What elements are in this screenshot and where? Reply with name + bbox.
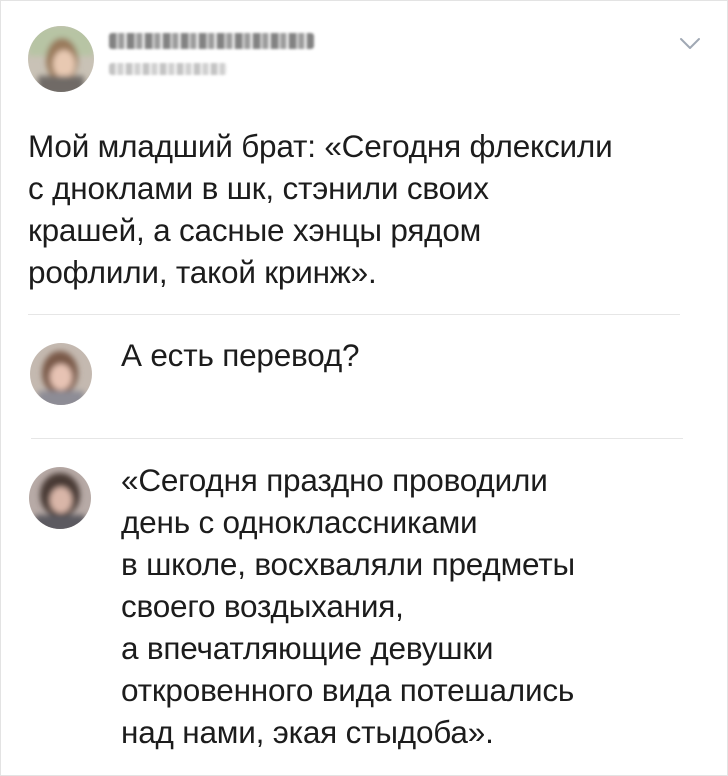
divider: [31, 438, 683, 439]
comment-text: А есть перевод?: [121, 337, 360, 373]
author-name-blurred[interactable]: [109, 33, 314, 49]
post-text: Мой младший брат: «Сегодня флексили с дн…: [28, 128, 613, 290]
comment-text: «Сегодня праздно проводили день с однокл…: [121, 462, 575, 750]
author-avatar[interactable]: [28, 26, 94, 92]
post-meta-blurred: [109, 63, 227, 75]
avatar-photo-icon: [29, 467, 91, 529]
commenter-avatar[interactable]: [29, 467, 91, 529]
post-card: Мой младший брат: «Сегодня флексили с дн…: [0, 0, 728, 776]
avatar-photo-icon: [28, 26, 94, 92]
divider: [28, 314, 680, 315]
avatar-photo-icon: [30, 343, 92, 405]
commenter-avatar[interactable]: [30, 343, 92, 405]
chevron-down-icon[interactable]: [679, 37, 701, 51]
